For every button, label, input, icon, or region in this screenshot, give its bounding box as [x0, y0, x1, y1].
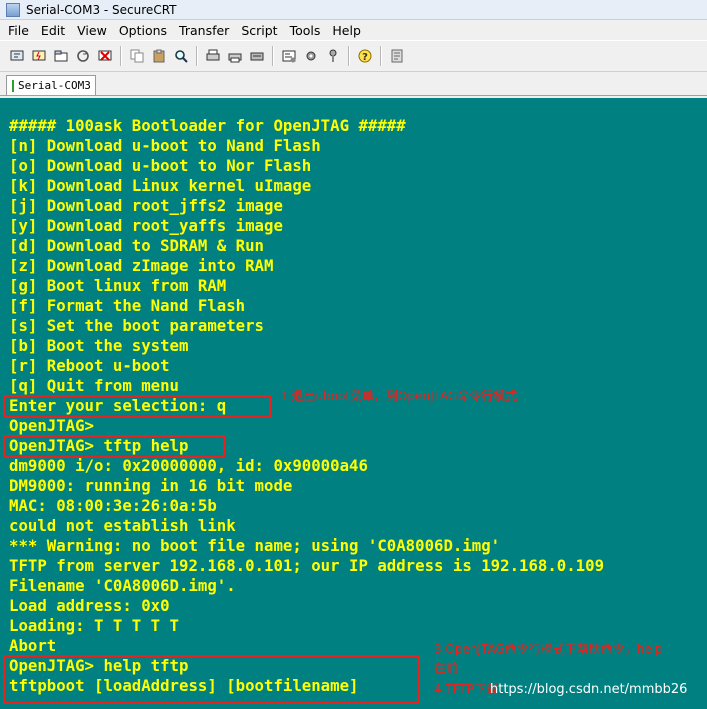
menu-help[interactable]: Help [326, 23, 367, 38]
quick-connect-icon[interactable] [29, 46, 49, 66]
terminal-line: [o] Download u-boot to Nor Flash [9, 156, 312, 175]
session-tab-bar: Serial-COM3 [0, 72, 707, 96]
terminal-line: [q] Quit from menu [9, 376, 180, 395]
toolbar-separator [348, 46, 350, 66]
terminal-screen[interactable]: ##### 100ask Bootloader for OpenJTAG ###… [0, 98, 707, 709]
terminal-line: [r] Reboot u-boot [9, 356, 170, 375]
terminal-line: Enter your selection: q [9, 396, 227, 415]
menu-tools[interactable]: Tools [284, 23, 327, 38]
terminal-line: MAC: 08:00:3e:26:0a:5b [9, 496, 217, 515]
print-icon[interactable] [203, 46, 223, 66]
toolbar-separator [196, 46, 198, 66]
help-icon[interactable]: ? [355, 46, 375, 66]
terminal-line: [g] Boot linux from RAM [9, 276, 227, 295]
menu-edit[interactable]: Edit [35, 23, 71, 38]
print-screen-icon[interactable] [247, 46, 267, 66]
terminal-line: [n] Download u-boot to Nand Flash [9, 136, 321, 155]
menu-options[interactable]: Options [113, 23, 173, 38]
terminal-line: [y] Download root_yaffs image [9, 216, 283, 235]
menu-script[interactable]: Script [235, 23, 283, 38]
terminal-line: DM9000: running in 16 bit mode [9, 476, 293, 495]
connect-icon[interactable] [7, 46, 27, 66]
toolbar-separator [120, 46, 122, 66]
tab-status-indicator [12, 79, 14, 92]
annotation-note-3-cont: 在前 [434, 661, 459, 675]
find-icon[interactable] [171, 46, 191, 66]
terminal-line: [j] Download root_jffs2 image [9, 196, 283, 215]
terminal-line: dm9000 i/o: 0x20000000, id: 0x90000a46 [9, 456, 368, 475]
terminal-line: tftpboot [loadAddress] [bootfilename] [9, 676, 359, 695]
terminal-line: OpenJTAG> [9, 416, 95, 435]
key-map-icon[interactable] [323, 46, 343, 66]
terminal-line: OpenJTAG> tftp help [9, 436, 189, 455]
terminal-line: [s] Set the boot parameters [9, 316, 265, 335]
terminal-line: [k] Download Linux kernel uImage [9, 176, 312, 195]
print-setup-icon[interactable] [225, 46, 245, 66]
terminal-line: OpenJTAG> help tftp [9, 656, 189, 675]
toolbar-separator [380, 46, 382, 66]
terminal-line: *** Warning: no boot file name; using 'C… [9, 536, 501, 555]
menu-file[interactable]: File [0, 23, 35, 38]
annotation-note-3: 3.OpenJTAG命令行模式下帮助命令，help [434, 642, 663, 656]
terminal-line: ##### 100ask Bootloader for OpenJTAG ###… [9, 116, 406, 135]
securecrt-app-icon [6, 2, 20, 17]
terminal-line: Filename 'C0A8006D.img'. [9, 576, 236, 595]
terminal-line: could not establish link [9, 516, 236, 535]
connect-tab-icon[interactable] [51, 46, 71, 66]
copy-icon[interactable] [127, 46, 147, 66]
annotation-note-4: 4.TFTP下载 [434, 682, 499, 696]
menu-transfer[interactable]: Transfer [173, 23, 235, 38]
terminal-line: [z] Download zImage into RAM [9, 256, 274, 275]
disconnect-icon[interactable] [95, 46, 115, 66]
reconnect-icon[interactable] [73, 46, 93, 66]
tab-serial-com3[interactable]: Serial-COM3 [6, 75, 96, 95]
toolbar: ? [0, 40, 707, 72]
tab-label: Serial-COM3 [18, 79, 91, 92]
menu-bar: File Edit View Options Transfer Script T… [0, 20, 707, 40]
svg-text:?: ? [362, 52, 368, 63]
title-bar: Serial-COM3 - SecureCRT [0, 0, 707, 20]
global-options-icon[interactable] [301, 46, 321, 66]
paste-icon[interactable] [149, 46, 169, 66]
annotation-note-1: 1.退出uboot菜单，到OpenJTAG命令行模式 [280, 389, 518, 403]
toolbar-separator [272, 46, 274, 66]
terminal-line: Loading: T T T T T [9, 616, 180, 635]
terminal-line: [b] Boot the system [9, 336, 189, 355]
menu-view[interactable]: View [71, 23, 113, 38]
terminal-line: Load address: 0x0 [9, 596, 170, 615]
terminal-line: Abort [9, 636, 57, 655]
window-title: Serial-COM3 - SecureCRT [26, 2, 177, 17]
log-icon[interactable] [387, 46, 407, 66]
watermark-url: https://blog.csdn.net/mmbb26 [490, 682, 688, 697]
terminal-line: [f] Format the Nand Flash [9, 296, 246, 315]
terminal-line: TFTP from server 192.168.0.101; our IP a… [9, 556, 605, 575]
session-options-icon[interactable] [279, 46, 299, 66]
terminal-line: [d] Download to SDRAM & Run [9, 236, 265, 255]
